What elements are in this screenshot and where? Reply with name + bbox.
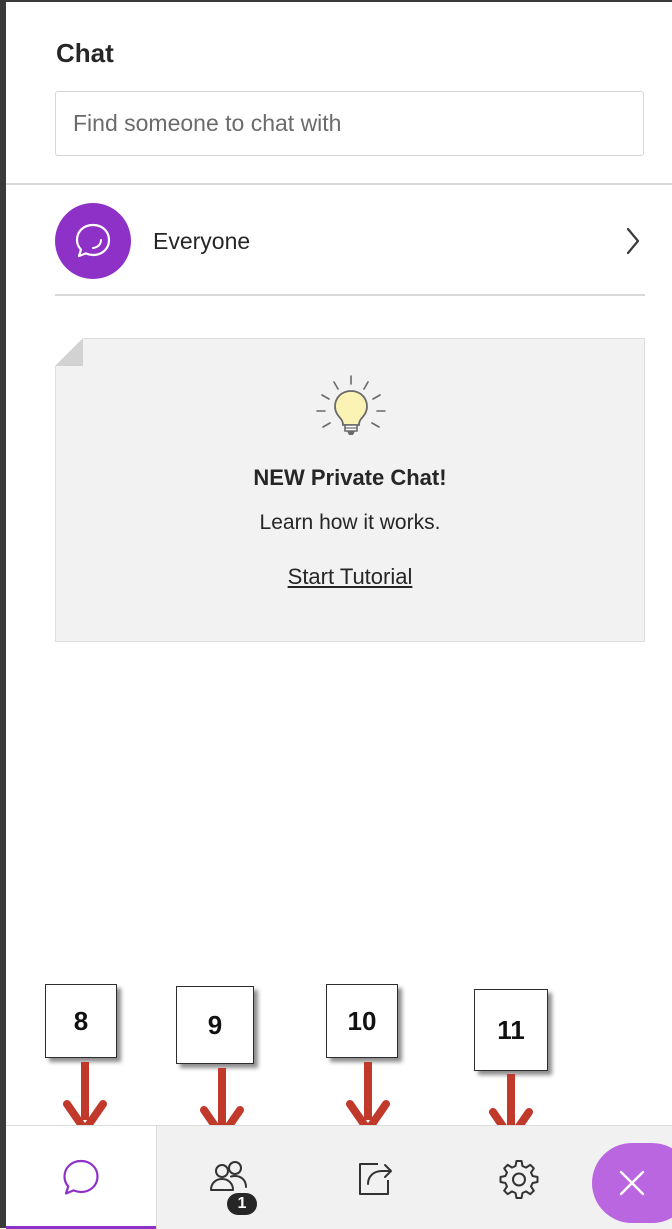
chat-bubble-icon: [55, 203, 131, 279]
channel-divider: [55, 294, 645, 296]
callout-10: 10: [326, 984, 398, 1058]
bottom-tab-bar: [6, 1125, 672, 1229]
card-dogear: [54, 337, 83, 366]
callout-8: 8: [45, 984, 117, 1058]
lightbulb-icon: [316, 375, 386, 435]
header-divider: [6, 183, 672, 185]
share-content-tab[interactable]: [301, 1126, 446, 1229]
chevron-right-icon: [625, 223, 645, 259]
tutorial-card: NEW Private Chat! Learn how it works. St…: [54, 337, 645, 642]
gear-icon: [499, 1159, 538, 1199]
callout-9: 9: [176, 986, 254, 1064]
share-content-icon: [358, 1162, 392, 1195]
participants-tab[interactable]: [156, 1126, 301, 1229]
start-tutorial-link[interactable]: Start Tutorial: [56, 564, 644, 590]
search-input[interactable]: [55, 91, 644, 156]
panel-title: Chat: [56, 38, 114, 68]
channel-label: Everyone: [153, 227, 251, 254]
channel-item-everyone[interactable]: Everyone: [55, 200, 645, 282]
participant-count-badge: 1: [227, 1193, 257, 1215]
chat-tab[interactable]: [6, 1126, 157, 1229]
callout-11: 11: [474, 989, 548, 1071]
tutorial-subtitle: Learn how it works.: [259, 511, 441, 534]
close-icon: [619, 1170, 645, 1196]
tutorial-title: NEW Private Chat!: [253, 465, 447, 490]
close-panel-button[interactable]: [592, 1143, 672, 1223]
chat-bubble-icon: [63, 1159, 99, 1195]
settings-tab[interactable]: [446, 1126, 591, 1229]
